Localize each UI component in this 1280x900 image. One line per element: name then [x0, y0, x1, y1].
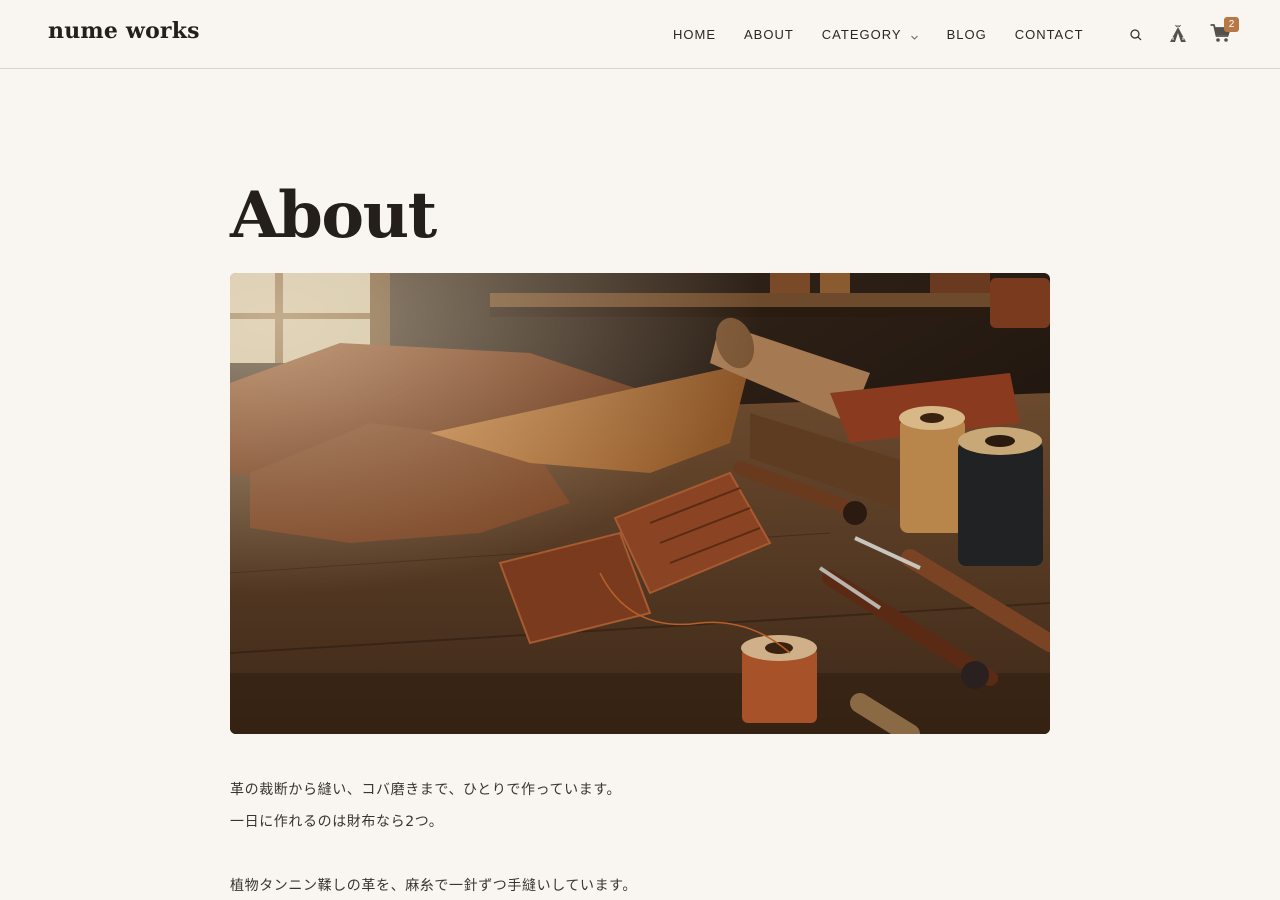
chevron-down-icon [910, 30, 919, 40]
search-icon[interactable] [1129, 27, 1143, 41]
about-paragraph: 一日に作れるのは財布なら2つ。 [230, 814, 444, 830]
cart-count-badge: 2 [1224, 17, 1239, 32]
nav-category-label: CATEGORY [821, 27, 902, 42]
main-nav: HOME ABOUT CATEGORY BLOG CONTACT [673, 27, 1112, 42]
hero-image [230, 273, 1050, 734]
site-header: nume works HOME ABOUT CATEGORY BLOG CONT… [0, 0, 1280, 69]
page-title: About [230, 178, 437, 253]
about-body: 革の裁断から縫い、コバ磨きまで、ひとりで作っています。 一日に作れるのは財布なら… [230, 780, 1050, 900]
nav-contact[interactable]: CONTACT [1015, 27, 1084, 42]
about-paragraph: 革の裁断から縫い、コバ磨きまで、ひとりで作っています。 [230, 782, 622, 798]
site-logo[interactable]: nume works [48, 18, 200, 44]
nav-about[interactable]: ABOUT [744, 27, 794, 42]
nav-blog[interactable]: BLOG [947, 27, 987, 42]
nav-home[interactable]: HOME [673, 27, 716, 42]
tent-icon[interactable] [1168, 24, 1188, 44]
nav-category[interactable]: CATEGORY [822, 27, 919, 42]
about-paragraph: 植物タンニン鞣しの革を、麻糸で一針ずつ手縫いしています。 [230, 878, 637, 894]
